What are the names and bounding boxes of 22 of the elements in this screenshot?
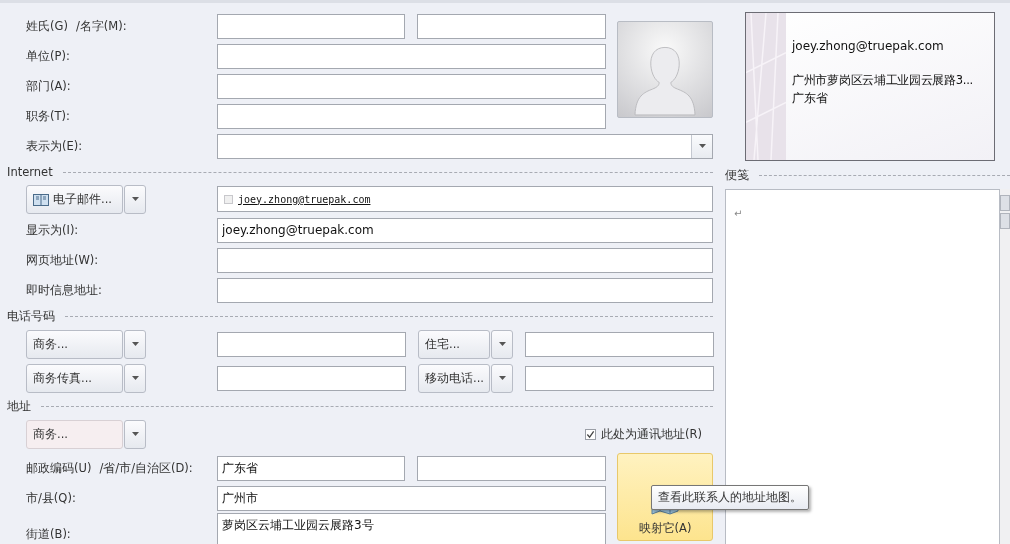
field-label: 即时信息地址: bbox=[25, 282, 103, 298]
section-heading: 地址 bbox=[7, 398, 31, 414]
field-label: 部门(A): bbox=[25, 77, 72, 95]
field-label: 单位(P): bbox=[25, 47, 71, 65]
field-label: 职务(T): bbox=[25, 107, 71, 125]
section-heading: 电话号码 bbox=[7, 308, 55, 324]
field-label: /名字(M): bbox=[75, 18, 127, 34]
card-text: 广州市萝岗区云埔工业园云展路3... bbox=[792, 73, 973, 88]
field-label: 市/县(Q): bbox=[25, 489, 77, 507]
section-heading: Internet bbox=[7, 165, 53, 179]
field-label: 街道(B): bbox=[25, 526, 72, 543]
field-label: 显示为(I): bbox=[25, 222, 80, 238]
field-label: 表示为(E): bbox=[25, 137, 84, 155]
paragraph-mark: ↵ bbox=[734, 208, 743, 219]
section-heading: 便笺 bbox=[725, 167, 749, 183]
card-text: 广东省 bbox=[792, 90, 829, 107]
field-label: 邮政编码(U) bbox=[26, 460, 92, 476]
field-label: 姓氏(G) bbox=[26, 18, 68, 34]
card-text: joey.zhong@truepak.com bbox=[792, 39, 945, 53]
tooltip: 查看此联系人的地址地图。 bbox=[651, 485, 809, 510]
field-label: 网页地址(W): bbox=[25, 252, 100, 268]
field-label: /省/市/自治区(D): bbox=[99, 460, 193, 476]
